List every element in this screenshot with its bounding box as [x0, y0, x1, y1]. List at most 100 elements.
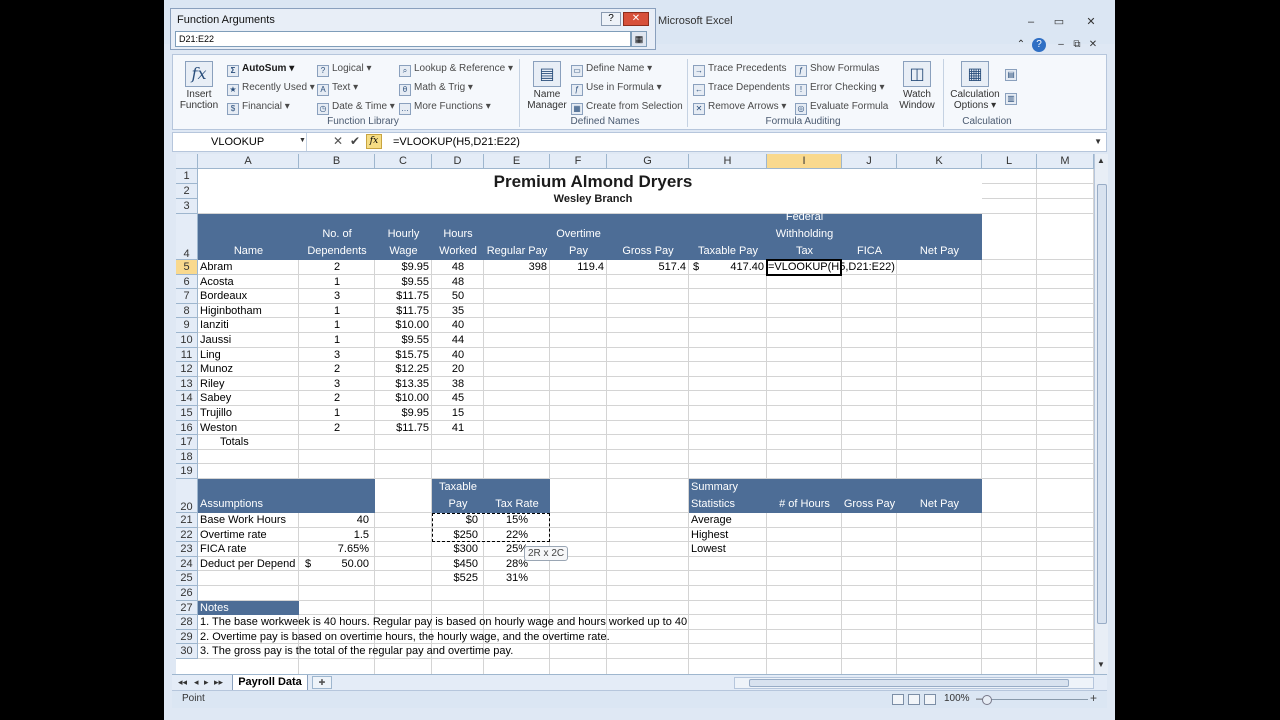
- employee-name[interactable]: Ianziti: [200, 318, 229, 332]
- row-header-4[interactable]: 4: [176, 214, 198, 260]
- insert-sheet-icon[interactable]: ✚: [312, 676, 332, 689]
- employee-dependents[interactable]: 2: [299, 391, 375, 405]
- employee-hours[interactable]: 20: [432, 362, 484, 376]
- zoom-slider-knob[interactable]: [982, 695, 992, 705]
- next-sheet-icon[interactable]: ▸: [204, 677, 209, 688]
- workbook-minimize-button[interactable]: –: [1054, 38, 1068, 52]
- row-header-29[interactable]: 29: [176, 629, 198, 645]
- employee-dependents[interactable]: 1: [299, 333, 375, 347]
- employee-hours[interactable]: 50: [432, 289, 484, 303]
- last-sheet-icon[interactable]: ▸▸: [214, 677, 223, 688]
- employee-wage[interactable]: $10.00: [375, 318, 429, 332]
- employee-name[interactable]: Higinbotham: [200, 304, 262, 318]
- row-header-5[interactable]: 5: [176, 260, 198, 275]
- calculate-sheet-button[interactable]: ▥: [1005, 91, 1020, 105]
- employee-name[interactable]: Abram: [200, 260, 232, 274]
- column-header-d[interactable]: D: [432, 154, 484, 169]
- row-header-19[interactable]: 19: [176, 464, 198, 479]
- restore-button[interactable]: ▭: [1048, 14, 1070, 30]
- assumption-value[interactable]: 1.5: [299, 528, 369, 542]
- column-header-a[interactable]: A: [198, 154, 299, 169]
- employee-wage[interactable]: $9.95: [375, 406, 429, 420]
- taxable-pay-abram[interactable]: 417.40: [689, 260, 764, 274]
- row-header-6[interactable]: 6: [176, 274, 198, 290]
- row-header-23[interactable]: 23: [176, 542, 198, 557]
- employee-dependents[interactable]: 1: [299, 406, 375, 420]
- assumption-value[interactable]: 7.65%: [299, 542, 369, 556]
- expand-dialog-button[interactable]: ▦: [631, 31, 647, 47]
- worksheet-grid[interactable]: A B C D E F G H I J K L M 1 2 3 4 5 6 7 8 9 10 11 12 13 14 15 16 17 18…: [176, 154, 1094, 674]
- row-header-9[interactable]: 9: [176, 318, 198, 333]
- row-header-30[interactable]: 30: [176, 644, 198, 659]
- employee-wage[interactable]: $11.75: [375, 304, 429, 318]
- expand-formula-bar-icon[interactable]: ▼: [1094, 137, 1102, 146]
- zoom-level[interactable]: 100%: [944, 693, 970, 704]
- row-header-13[interactable]: 13: [176, 376, 198, 392]
- row-header-22[interactable]: 22: [176, 527, 198, 543]
- row-header-21[interactable]: 21: [176, 513, 198, 528]
- prev-sheet-icon[interactable]: ◂: [194, 677, 199, 688]
- evaluate-formula-button[interactable]: ◎ Evaluate Formula: [795, 101, 888, 115]
- employee-hours[interactable]: 40: [432, 318, 484, 332]
- watch-window-button[interactable]: ◫ Watch Window: [895, 61, 939, 111]
- first-sheet-icon[interactable]: ◂◂: [178, 677, 187, 688]
- workbook-close-button[interactable]: ✕: [1086, 38, 1100, 52]
- autosum-button[interactable]: Σ AutoSum ▾: [227, 63, 294, 77]
- row-header-8[interactable]: 8: [176, 303, 198, 319]
- employee-wage[interactable]: $9.55: [375, 275, 429, 289]
- vertical-scroll-thumb[interactable]: [1097, 184, 1107, 624]
- employee-wage[interactable]: $9.95: [375, 260, 429, 274]
- employee-hours[interactable]: 45: [432, 391, 484, 405]
- row-header-27[interactable]: 27: [176, 600, 198, 616]
- row-header-11[interactable]: 11: [176, 347, 198, 363]
- column-header-m[interactable]: M: [1037, 154, 1094, 169]
- horizontal-scroll-thumb[interactable]: [749, 679, 1069, 687]
- calculate-now-button[interactable]: ▤: [1005, 67, 1020, 81]
- row-header-15[interactable]: 15: [176, 406, 198, 421]
- employee-hours[interactable]: 44: [432, 333, 484, 347]
- sheet-tab-payroll-data[interactable]: Payroll Data: [232, 675, 308, 691]
- date-time-button[interactable]: ◷ Date & Time ▾: [317, 101, 395, 115]
- row-header-1[interactable]: 1: [176, 169, 198, 184]
- cancel-icon[interactable]: ✕: [333, 134, 343, 148]
- enter-icon[interactable]: ✔: [350, 134, 360, 148]
- employee-name[interactable]: Weston: [200, 421, 237, 435]
- minimize-button[interactable]: –: [1020, 14, 1042, 30]
- employee-dependents[interactable]: 3: [299, 348, 375, 362]
- row-header-20[interactable]: 20: [176, 479, 198, 513]
- scroll-down-icon[interactable]: ▼: [1097, 660, 1105, 669]
- column-header-j[interactable]: J: [842, 154, 897, 169]
- gross-pay-abram[interactable]: 517.4: [607, 260, 686, 274]
- financial-button[interactable]: $ Financial ▾: [227, 101, 290, 115]
- employee-hours[interactable]: 48: [432, 260, 484, 274]
- employee-wage[interactable]: $10.00: [375, 391, 429, 405]
- employee-wage[interactable]: $11.75: [375, 289, 429, 303]
- tax-table-pay[interactable]: $525: [432, 571, 478, 585]
- employee-hours[interactable]: 48: [432, 275, 484, 289]
- page-break-view-icon[interactable]: [924, 694, 936, 705]
- row-header-7[interactable]: 7: [176, 289, 198, 304]
- trace-precedents-button[interactable]: → Trace Precedents: [693, 63, 787, 77]
- employee-dependents[interactable]: 1: [299, 275, 375, 289]
- employee-dependents[interactable]: 2: [299, 260, 375, 274]
- employee-name[interactable]: Riley: [200, 377, 224, 391]
- employee-dependents[interactable]: 2: [299, 362, 375, 376]
- column-header-f[interactable]: F: [550, 154, 607, 169]
- vertical-scrollbar[interactable]: ▲ ▼: [1094, 154, 1108, 674]
- column-header-h[interactable]: H: [689, 154, 767, 169]
- employee-wage[interactable]: $9.55: [375, 333, 429, 347]
- logical-button[interactable]: ? Logical ▾: [317, 63, 372, 77]
- remove-arrows-button[interactable]: ✕ Remove Arrows ▾: [693, 101, 786, 115]
- regular-pay-abram[interactable]: 398: [484, 260, 547, 274]
- employee-dependents[interactable]: 3: [299, 377, 375, 391]
- employee-hours[interactable]: 35: [432, 304, 484, 318]
- page-layout-view-icon[interactable]: [908, 694, 920, 705]
- employee-wage[interactable]: $15.75: [375, 348, 429, 362]
- employee-dependents[interactable]: 1: [299, 318, 375, 332]
- row-header-12[interactable]: 12: [176, 362, 198, 377]
- employee-hours[interactable]: 38: [432, 377, 484, 391]
- row-header-2[interactable]: 2: [176, 184, 198, 199]
- insert-function-button[interactable]: fx Insert Function: [179, 61, 219, 111]
- employee-hours[interactable]: 41: [432, 421, 484, 435]
- employee-name[interactable]: Munoz: [200, 362, 233, 376]
